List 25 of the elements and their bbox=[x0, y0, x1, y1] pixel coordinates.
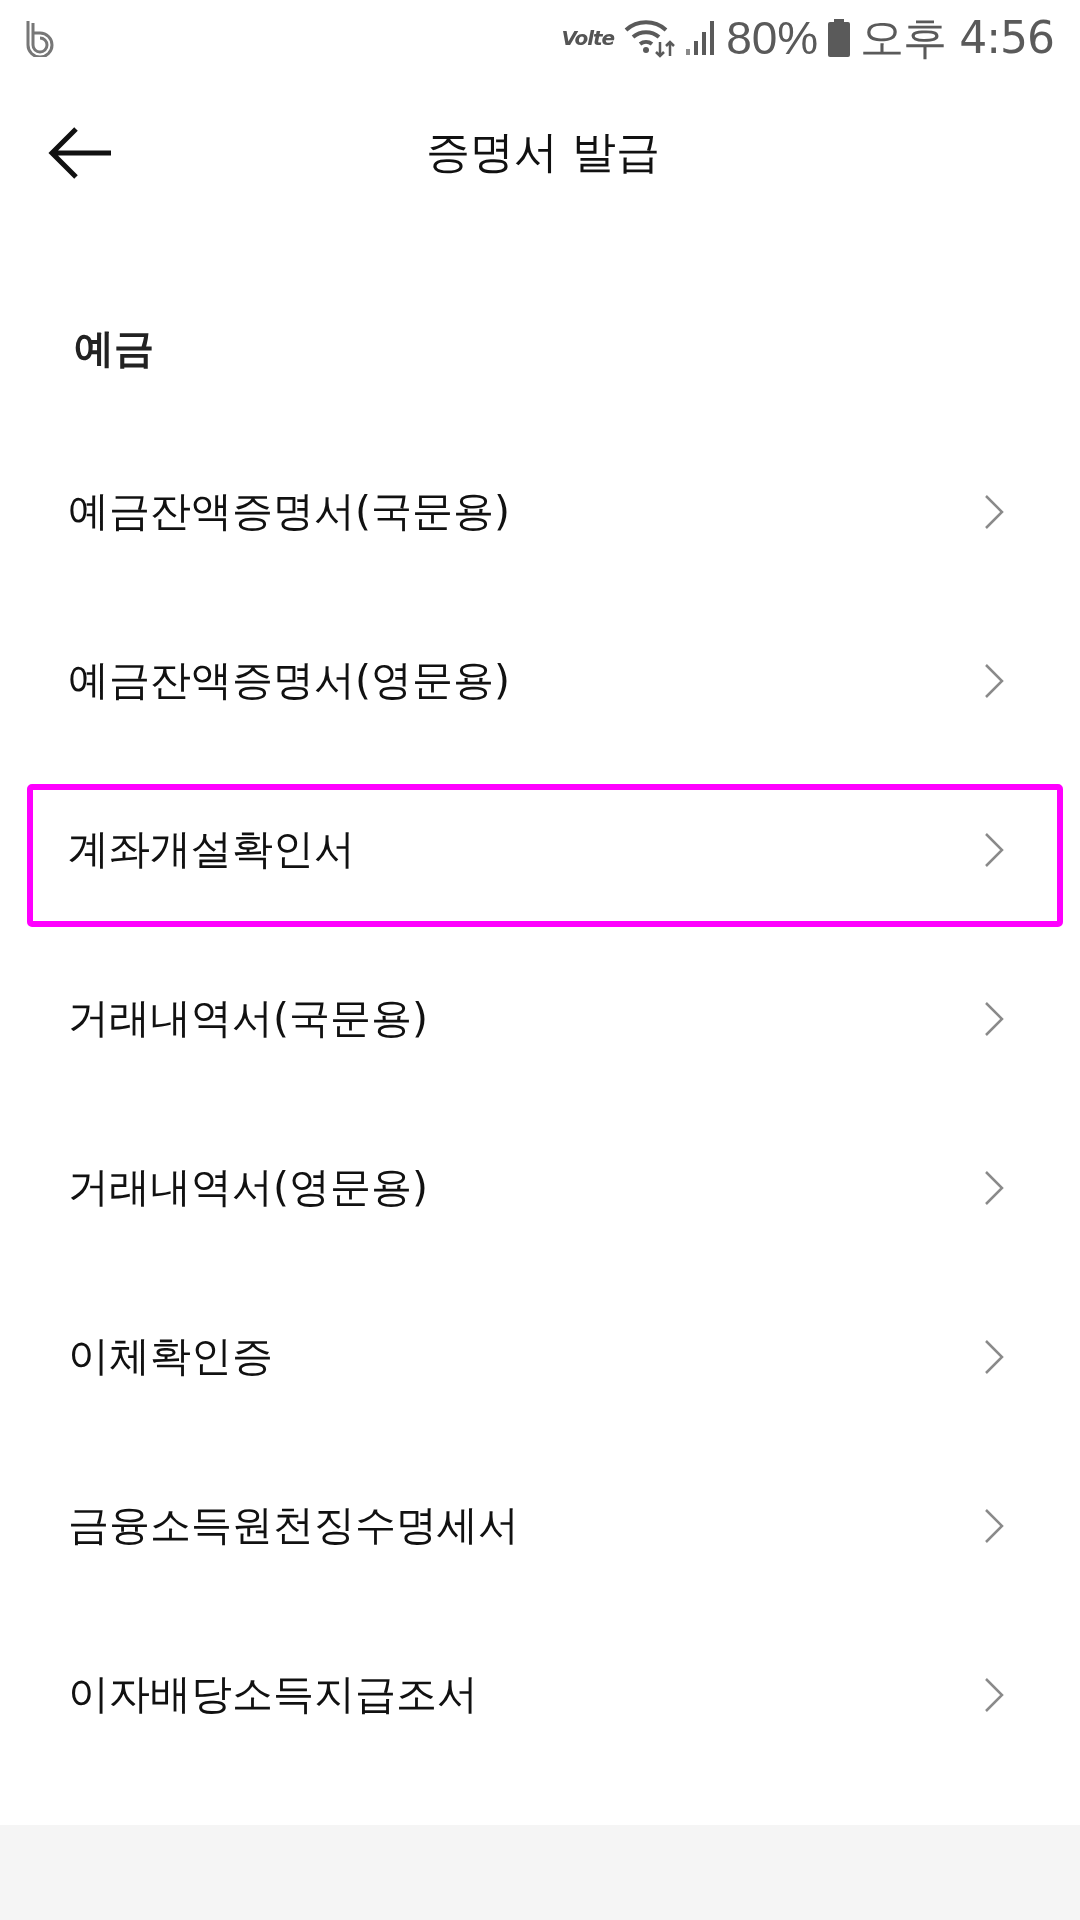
chevron-right-icon bbox=[984, 1507, 1004, 1544]
menu-item[interactable]: 거래내역서(국문용) bbox=[0, 934, 1080, 1103]
menu-item[interactable]: 금융소득원천징수명세서 bbox=[0, 1441, 1080, 1610]
chevron-right-icon bbox=[984, 493, 1004, 530]
chevron-right-icon bbox=[984, 662, 1004, 699]
back-arrow-icon bbox=[47, 125, 113, 180]
menu-item[interactable]: 이체확인증 bbox=[0, 1272, 1080, 1441]
chevron-right-icon bbox=[984, 1000, 1004, 1037]
volte-indicator: Volte bbox=[561, 25, 615, 50]
menu-item[interactable]: 예금잔액증명서(국문용) bbox=[0, 427, 1080, 596]
chevron-right-icon bbox=[984, 831, 1004, 868]
menu-item[interactable]: 거래내역서(영문용) bbox=[0, 1103, 1080, 1272]
battery-icon bbox=[828, 18, 851, 57]
chevron-right-icon bbox=[984, 1676, 1004, 1713]
clock-time: 오후 4:56 bbox=[860, 15, 1054, 60]
chevron-right-icon bbox=[984, 1338, 1004, 1375]
wifi-icon bbox=[624, 17, 677, 58]
signal-icon bbox=[686, 20, 717, 55]
page-title: 증명서 발급 bbox=[426, 125, 660, 179]
battery-percent: 80% bbox=[726, 14, 819, 61]
menu-item[interactable]: 예금잔액증명서(영문용) bbox=[0, 596, 1080, 765]
chevron-right-icon bbox=[984, 1169, 1004, 1206]
section-title: 예금 bbox=[74, 324, 154, 373]
menu-item[interactable]: 이자배당소득지급조서 bbox=[0, 1610, 1080, 1779]
menu-item[interactable]: 계좌개설확인서 bbox=[0, 765, 1080, 934]
